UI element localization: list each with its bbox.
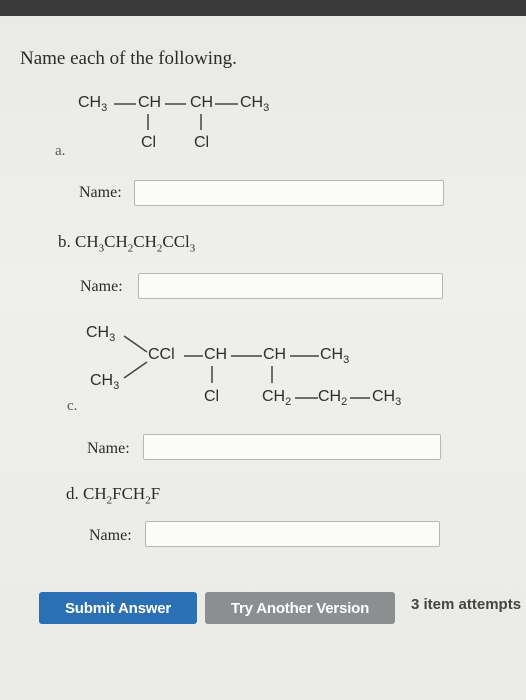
q-c-letter: c. [67, 398, 78, 414]
bond-c-2 [123, 361, 148, 379]
q-a-sub-cl-1: Cl [141, 134, 157, 151]
q-c-atom-ccl: CCl [148, 346, 175, 363]
q-d-name-input[interactable] [145, 521, 440, 547]
q-c-name-label: Name: [87, 440, 130, 457]
q-d-name-label: Name: [89, 527, 132, 544]
q-c-atom-ch3: CH3 [320, 346, 350, 367]
item-attempts-text: 3 item attempts [411, 596, 522, 613]
q-a-name-label: Name: [79, 184, 122, 201]
q-b-letter: b. [58, 232, 71, 251]
q-b-name-label: Name: [80, 278, 123, 295]
q-c-name-input[interactable] [143, 434, 441, 460]
q-c-atom-ch-1: CH [204, 346, 228, 363]
q-a-atom-2: CH [138, 94, 162, 111]
q-c-branch-ch3: CH3 [372, 388, 402, 409]
q-a-atom-3: CH [190, 94, 214, 111]
q-c-atom-ch-2: CH [263, 346, 287, 363]
q-d-formula-text: CH2FCH2F [83, 484, 161, 507]
q-d-formula: d. CH2FCH2F [66, 484, 160, 506]
bond-c-1 [123, 335, 148, 353]
q-a-name-input[interactable] [134, 180, 444, 206]
top-bar [0, 0, 526, 16]
q-c-left-ch3-top: CH3 [86, 324, 116, 345]
q-c-branch-ch2-1: CH2 [262, 388, 292, 409]
q-a-atom-1: CH3 [78, 94, 108, 115]
q-a-sub-cl-2: Cl [194, 134, 210, 151]
q-c-sub-cl: Cl [204, 388, 220, 405]
instruction-heading: Name each of the following. [20, 48, 237, 69]
q-b-formula-text: CH3CH2CH2CCl3 [75, 232, 196, 255]
q-a-letter: a. [55, 143, 66, 159]
q-a-atom-4: CH3 [240, 94, 270, 115]
q-d-letter: d. [66, 484, 79, 503]
q-c-left-ch3-bottom: CH3 [90, 372, 120, 393]
q-c-branch-ch2-2: CH2 [318, 388, 348, 409]
try-another-version-button[interactable]: Try Another Version [205, 592, 395, 624]
q-b-name-input[interactable] [138, 273, 443, 299]
submit-answer-button[interactable]: Submit Answer [39, 592, 197, 624]
q-b-formula: b. CH3CH2CH2CCl3 [58, 232, 195, 254]
